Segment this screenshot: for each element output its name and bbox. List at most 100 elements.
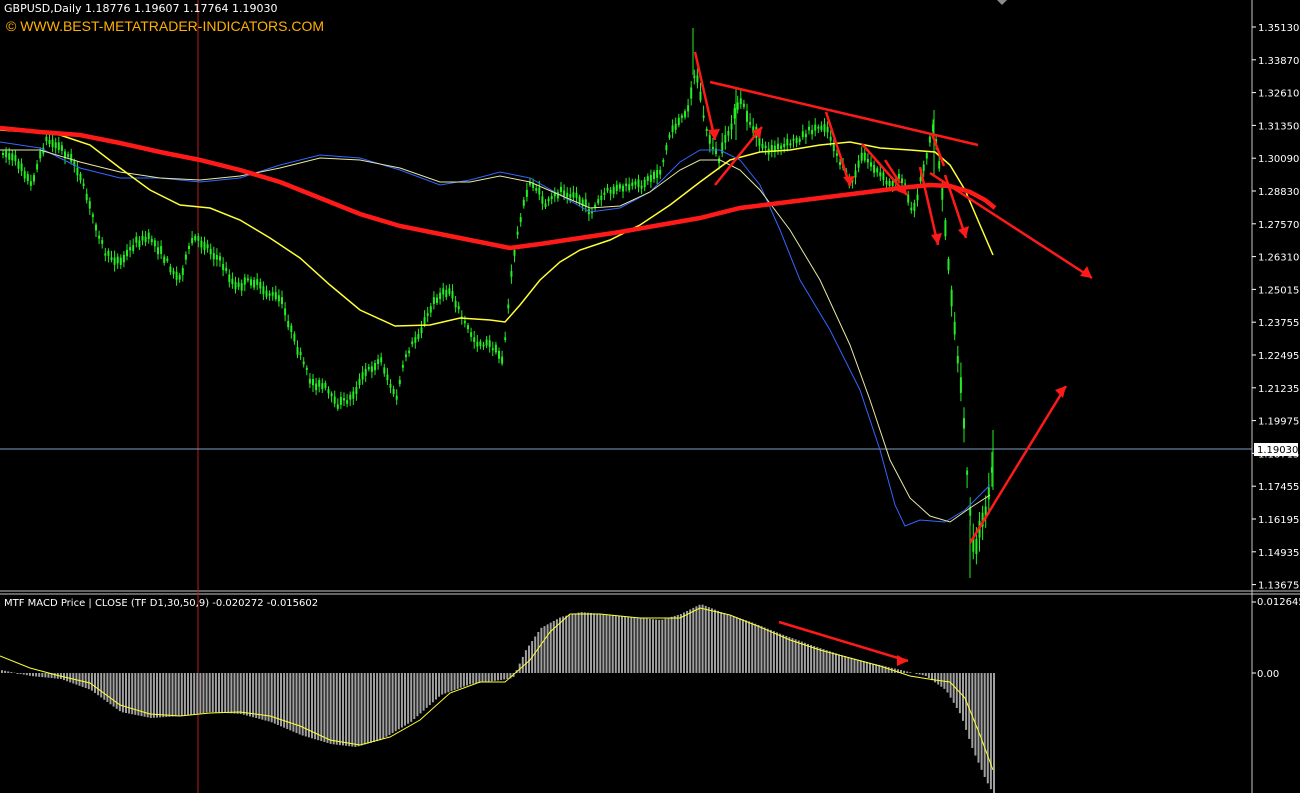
candle-body: [398, 379, 401, 385]
macd-bar: [528, 645, 530, 673]
candle-body: [742, 103, 745, 107]
macd-bar: [1, 670, 3, 673]
macd-bar: [261, 673, 264, 720]
macd-bar: [577, 612, 580, 673]
chart-canvas[interactable]: 1.35130 1.33870 1.32610 1.31350 1.30090 1.288…: [0, 0, 1300, 793]
macd-bar: [487, 673, 490, 682]
candle-body: [150, 238, 153, 243]
candle-body: [91, 214, 94, 217]
price-tick-label: 1.14935: [1258, 548, 1299, 559]
current-price-label: 1.19030: [1257, 445, 1298, 456]
candle-body: [622, 185, 624, 192]
macd-bar: [732, 616, 735, 673]
macd-bar: [636, 617, 639, 673]
candle-body: [473, 337, 476, 342]
candle-body: [147, 232, 150, 240]
macd-bar: [645, 618, 648, 673]
candle-body: [618, 184, 621, 189]
candle-body: [274, 292, 277, 300]
candle-body: [696, 75, 699, 83]
price-tick-label: 1.35130: [1258, 23, 1299, 34]
macd-bar: [171, 673, 174, 717]
macd-bar: [351, 673, 354, 747]
candle-body: [963, 418, 965, 429]
macd-bar: [391, 673, 394, 734]
candle-body: [113, 257, 116, 265]
candle-body: [101, 240, 104, 244]
candle-body: [122, 254, 125, 263]
candle-body: [777, 143, 779, 150]
macd-bar: [940, 673, 943, 687]
candle-body: [525, 189, 528, 197]
macd-bar: [652, 619, 654, 673]
macd-bar: [444, 673, 447, 694]
macd-bar: [726, 614, 729, 673]
candle-body: [191, 237, 194, 244]
macd-bar: [500, 673, 503, 680]
candle-body: [823, 124, 826, 132]
candle-body: [594, 204, 597, 208]
candle-body: [349, 394, 352, 400]
macd-bar: [741, 619, 744, 673]
macd-bar: [862, 661, 865, 673]
macd-bar: [90, 673, 93, 691]
macd-bar: [459, 673, 462, 688]
macd-bar: [701, 604, 704, 673]
candle-body: [76, 167, 79, 176]
macd-bar: [785, 635, 788, 673]
candle-body: [857, 160, 860, 168]
macd-bar: [466, 673, 468, 686]
macd-bar: [689, 609, 692, 673]
macd-bar: [869, 662, 871, 673]
macd-bar: [10, 672, 13, 673]
candle-body: [885, 180, 888, 185]
macd-bar: [177, 673, 180, 717]
macd-bar: [431, 673, 434, 703]
price-tick-label: 1.31350: [1258, 121, 1299, 132]
candle-body: [975, 538, 978, 555]
candle-body: [383, 367, 386, 374]
candle-body: [956, 355, 959, 364]
candle-body: [358, 378, 361, 386]
candle-body: [966, 470, 969, 475]
macd-bar: [323, 673, 326, 743]
macd-bar: [546, 624, 549, 673]
candle-body: [780, 145, 783, 149]
macd-bar: [698, 604, 701, 673]
macd-bar: [825, 650, 828, 673]
macd-bar: [506, 673, 509, 679]
macd-bar: [586, 612, 589, 673]
candle-body: [312, 379, 314, 386]
candle-body: [308, 378, 311, 384]
candle-body: [119, 257, 122, 265]
macd-bar: [140, 673, 143, 717]
macd-bar: [239, 673, 242, 714]
candle-body: [240, 283, 243, 291]
candle-body: [702, 115, 705, 118]
macd-bar: [859, 660, 862, 673]
macd-bar: [763, 627, 766, 673]
macd-bar: [410, 673, 413, 722]
macd-bar: [289, 673, 292, 731]
candle-body: [219, 256, 221, 261]
candle-body: [439, 292, 442, 300]
candle-body: [634, 181, 637, 185]
candle-body: [215, 254, 218, 260]
macd-bar: [366, 673, 369, 744]
macd-bar: [208, 673, 211, 713]
candle-body: [271, 292, 274, 296]
candle-body: [166, 258, 169, 261]
candle-body: [432, 297, 435, 304]
macd-bar: [658, 619, 661, 673]
macd-bar: [301, 673, 304, 736]
macd-bar: [475, 673, 478, 684]
macd-bar: [989, 673, 992, 790]
macd-bar: [304, 673, 307, 737]
macd-bar: [397, 673, 400, 730]
candle-body: [197, 236, 200, 241]
candle-body: [163, 256, 166, 263]
macd-bar: [993, 673, 995, 793]
macd-bar: [971, 673, 974, 748]
candle-body: [786, 139, 789, 146]
macd-bar: [844, 656, 847, 673]
